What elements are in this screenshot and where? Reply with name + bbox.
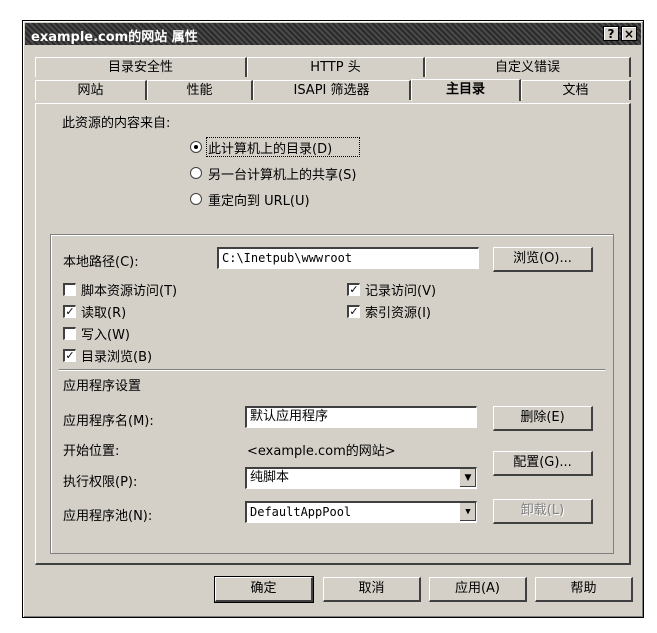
start-point-value: <example.com的网站> [247, 444, 396, 459]
radio-local-directory[interactable] [190, 141, 202, 153]
exec-perm-select[interactable]: 纯脚本 ▼ [245, 467, 477, 489]
apply-button[interactable]: 应用(A) [429, 577, 527, 602]
radio-local-directory-label[interactable]: 此计算机上的目录(D) [208, 138, 332, 157]
checkbox-directory-browsing[interactable]: ✓ [63, 349, 76, 362]
chevron-down-icon[interactable]: ▼ [459, 503, 476, 521]
help-button[interactable]: 帮助 [535, 577, 633, 602]
directory-settings-group: 本地路径(C): C:\Inetpub\wwwroot 浏览(O)... 脚本资… [50, 234, 614, 554]
radio-redirect-url[interactable] [190, 193, 202, 205]
unload-button[interactable]: 卸载(L) [493, 499, 593, 524]
tab-directory-security[interactable]: 目录安全性 [35, 57, 247, 77]
start-point-label: 开始位置: [63, 444, 120, 459]
app-pool-value: DefaultAppPool [250, 505, 352, 519]
home-directory-panel: 此资源的内容来自: 此计算机上的目录(D) 另一台计算机上的共享(S) 重定向到… [35, 103, 631, 565]
app-name-label: 应用程序名(M): [63, 414, 154, 429]
local-path-input[interactable]: C:\Inetpub\wwwroot [217, 247, 479, 269]
app-pool-label: 应用程序池(N): [63, 509, 153, 524]
checkbox-write-label[interactable]: 写入(W) [81, 324, 130, 343]
title-bar[interactable]: example.com的网站 属性 ? × [25, 23, 641, 45]
exec-perm-label: 执行权限(P): [63, 475, 138, 490]
properties-dialog: example.com的网站 属性 ? × 目录安全性 HTTP 头 自定义错误… [22, 20, 644, 618]
tab-custom-errors[interactable]: 自定义错误 [425, 57, 631, 77]
local-path-label: 本地路径(C): [63, 255, 139, 270]
checkbox-directory-browsing-label[interactable]: 目录浏览(B) [81, 346, 152, 365]
chevron-down-icon[interactable]: ▼ [459, 469, 476, 487]
remove-button[interactable]: 删除(E) [493, 406, 593, 431]
radio-redirect-url-label[interactable]: 重定向到 URL(U) [208, 190, 310, 209]
exec-perm-value: 纯脚本 [250, 470, 290, 485]
checkbox-index-resource-label[interactable]: 索引资源(I) [365, 302, 431, 321]
radio-network-share[interactable] [190, 167, 202, 179]
checkbox-script-source-access-label[interactable]: 脚本资源访问(T) [81, 280, 177, 299]
tab-documents[interactable]: 文档 [521, 80, 631, 100]
checkbox-log-visits-label[interactable]: 记录访问(V) [365, 280, 436, 299]
tab-isapi-filters[interactable]: ISAPI 筛选器 [253, 80, 411, 100]
app-settings-heading: 应用程序设置 [63, 379, 142, 394]
checkbox-read-label[interactable]: 读取(R) [81, 302, 126, 321]
tab-home-directory[interactable]: 主目录 [411, 79, 521, 101]
checkbox-log-visits[interactable]: ✓ [347, 283, 360, 296]
radio-network-share-label[interactable]: 另一台计算机上的共享(S) [208, 164, 356, 183]
close-icon[interactable]: × [621, 26, 637, 41]
checkbox-write[interactable] [63, 327, 76, 340]
tab-website[interactable]: 网站 [35, 80, 147, 100]
checkbox-script-source-access[interactable] [63, 283, 76, 296]
tab-performance[interactable]: 性能 [147, 80, 253, 100]
ok-button[interactable]: 确定 [214, 576, 314, 603]
section-separator [59, 369, 605, 371]
help-icon[interactable]: ? [603, 26, 619, 41]
source-heading: 此资源的内容来自: [62, 116, 171, 131]
checkbox-index-resource[interactable]: ✓ [347, 305, 360, 318]
window-title: example.com的网站 属性 [31, 30, 198, 45]
app-pool-select[interactable]: DefaultAppPool ▼ [245, 501, 477, 523]
browse-button[interactable]: 浏览(O)... [493, 247, 593, 272]
tab-http-headers[interactable]: HTTP 头 [247, 57, 425, 77]
cancel-button[interactable]: 取消 [323, 577, 421, 602]
checkbox-read[interactable]: ✓ [63, 305, 76, 318]
configure-button[interactable]: 配置(G)... [493, 451, 593, 476]
app-name-input[interactable]: 默认应用程序 [245, 406, 477, 428]
